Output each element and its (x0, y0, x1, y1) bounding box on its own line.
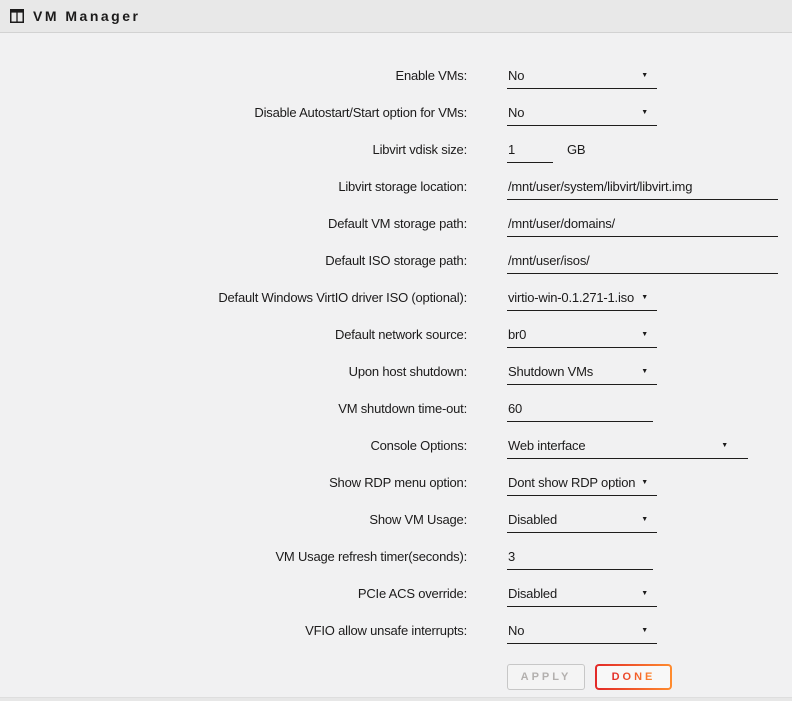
field-label: Default Windows VirtIO driver ISO (optio… (0, 290, 467, 305)
panel-header: VM Manager (0, 0, 792, 33)
field-label: Default ISO storage path: (0, 253, 467, 268)
form-row-vdisk-size: Libvirt vdisk size: GB (0, 131, 792, 168)
field-label: Libvirt vdisk size: (0, 142, 467, 157)
select-value: Disabled (507, 512, 557, 527)
virtio-iso-select[interactable]: virtio-win-0.1.271-1.iso ▼ (507, 285, 657, 311)
shutdown-timeout-input[interactable] (507, 396, 653, 421)
done-button[interactable]: DONE (595, 664, 672, 690)
vm-storage-path-input[interactable] (507, 211, 778, 236)
chevron-down-icon: ▼ (641, 331, 657, 338)
form-row-shutdown-timeout: VM shutdown time-out: (0, 390, 792, 427)
select-value: No (507, 68, 524, 83)
field-label: VM Usage refresh timer(seconds): (0, 549, 467, 564)
apply-button[interactable]: APPLY (507, 664, 585, 690)
next-section-edge (0, 697, 792, 701)
network-source-select[interactable]: br0 ▼ (507, 322, 657, 348)
enable-vms-select[interactable]: No ▼ (507, 63, 657, 89)
select-value: No (507, 623, 524, 638)
select-value: virtio-win-0.1.271-1.iso (507, 290, 634, 305)
form-buttons: APPLY DONE (507, 664, 792, 690)
form-row-vm-storage-path: Default VM storage path: (0, 205, 792, 242)
unit-label: GB (567, 142, 585, 157)
done-button-label: DONE (612, 671, 656, 683)
form-row-iso-storage-path: Default ISO storage path: (0, 242, 792, 279)
chevron-down-icon: ▼ (641, 627, 657, 634)
chevron-down-icon: ▼ (641, 294, 657, 301)
field-label: Upon host shutdown: (0, 364, 467, 379)
field-label: Show RDP menu option: (0, 475, 467, 490)
form-row-network-source: Default network source: br0 ▼ (0, 316, 792, 353)
chevron-down-icon: ▼ (641, 590, 657, 597)
form-row-libvirt-location: Libvirt storage location: (0, 168, 792, 205)
form-row-rdp-menu: Show RDP menu option: Dont show RDP opti… (0, 464, 792, 501)
select-value: Shutdown VMs (507, 364, 593, 379)
chevron-down-icon: ▼ (641, 516, 657, 523)
select-value: No (507, 105, 524, 120)
field-label: Console Options: (0, 438, 467, 453)
select-value: Web interface (507, 438, 585, 453)
field-label: Default network source: (0, 327, 467, 342)
field-label: VFIO allow unsafe interrupts: (0, 623, 467, 638)
page-title: VM Manager (33, 8, 140, 24)
console-options-select[interactable]: Web interface ▼ (507, 433, 748, 459)
chevron-down-icon: ▼ (721, 442, 748, 449)
field-label: VM shutdown time-out: (0, 401, 467, 416)
form-row-vm-usage: Show VM Usage: Disabled ▼ (0, 501, 792, 538)
field-label: Default VM storage path: (0, 216, 467, 231)
select-value: Dont show RDP option (507, 475, 635, 490)
chevron-down-icon: ▼ (641, 72, 657, 79)
form-row-enable-vms: Enable VMs: No ▼ (0, 57, 792, 94)
host-shutdown-select[interactable]: Shutdown VMs ▼ (507, 359, 657, 385)
disable-autostart-select[interactable]: No ▼ (507, 100, 657, 126)
select-value: br0 (507, 327, 526, 342)
select-value: Disabled (507, 586, 557, 601)
form-row-console-options: Console Options: Web interface ▼ (0, 427, 792, 464)
form-row-usage-refresh: VM Usage refresh timer(seconds): (0, 538, 792, 575)
field-label: Enable VMs: (0, 68, 467, 83)
form-row-disable-autostart: Disable Autostart/Start option for VMs: … (0, 94, 792, 131)
usage-refresh-input[interactable] (507, 544, 653, 569)
vm-usage-select[interactable]: Disabled ▼ (507, 507, 657, 533)
vdisk-size-input[interactable] (507, 137, 553, 162)
chevron-down-icon: ▼ (641, 368, 657, 375)
rdp-menu-select[interactable]: Dont show RDP option ▼ (507, 470, 657, 496)
chevron-down-icon: ▼ (641, 479, 657, 486)
vfio-interrupts-select[interactable]: No ▼ (507, 618, 657, 644)
field-label: Disable Autostart/Start option for VMs: (0, 105, 467, 120)
iso-storage-path-input[interactable] (507, 248, 778, 273)
pcie-acs-select[interactable]: Disabled ▼ (507, 581, 657, 607)
field-label: Libvirt storage location: (0, 179, 467, 194)
form-row-virtio-iso: Default Windows VirtIO driver ISO (optio… (0, 279, 792, 316)
vm-manager-form: Enable VMs: No ▼ Disable Autostart/Start… (0, 33, 792, 690)
columns-icon (10, 9, 24, 23)
form-row-vfio-interrupts: VFIO allow unsafe interrupts: No ▼ (0, 612, 792, 649)
form-row-pcie-acs: PCIe ACS override: Disabled ▼ (0, 575, 792, 612)
form-row-host-shutdown: Upon host shutdown: Shutdown VMs ▼ (0, 353, 792, 390)
field-label: PCIe ACS override: (0, 586, 467, 601)
libvirt-location-input[interactable] (507, 174, 778, 199)
field-label: Show VM Usage: (0, 512, 467, 527)
chevron-down-icon: ▼ (641, 109, 657, 116)
